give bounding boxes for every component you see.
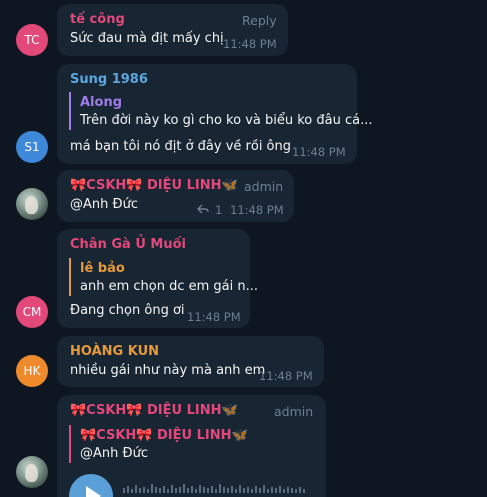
sender-name[interactable]: 🎀CSKH🎀 DIỆU LINH🦋 xyxy=(70,403,238,418)
sender-name[interactable]: tế công xyxy=(70,12,125,27)
sender-name[interactable]: Chân Gà Ủ Muối xyxy=(70,237,186,252)
voice-waveform[interactable] xyxy=(123,479,313,495)
avatar-photo[interactable] xyxy=(16,188,48,220)
message-bubble[interactable]: Sung 1986 Along Trên đời này ko gì cho k… xyxy=(57,64,373,164)
avatar-initials: TC xyxy=(24,33,40,47)
message-bubble[interactable]: tế công Reply Sức đau mà địt mấy chị 11:… xyxy=(57,4,288,56)
message-bubble[interactable]: HOÀNG KUN nhiều gái như này mà anh em 11… xyxy=(57,336,324,387)
message-text: Đang chọn ông ơi xyxy=(70,303,185,318)
message-time: 11:48 PM xyxy=(230,203,284,217)
avatar-s1[interactable]: S1 xyxy=(16,131,48,163)
avatar-tc[interactable]: TC xyxy=(16,24,48,56)
sender-name[interactable]: Sung 1986 xyxy=(70,72,148,87)
quote-sender: lê bảo xyxy=(80,261,125,276)
avatar-initials: S1 xyxy=(24,140,40,154)
reply-quote[interactable]: 🎀CSKH🎀 DIỆU LINH🦋 @Anh Đức xyxy=(69,425,269,463)
quote-text: Trên đời này ko gì cho ko và biểu ko đâu… xyxy=(80,113,373,128)
reply-quote[interactable]: Along Trên đời này ko gì cho ko và biểu … xyxy=(69,92,373,130)
quote-sender: Along xyxy=(80,95,123,110)
admin-badge: admin xyxy=(244,179,284,194)
avatar-initials: HK xyxy=(23,364,41,378)
message-bubble[interactable]: 🎀CSKH🎀 DIỆU LINH🦋 admin @Anh Đức 1 11:48… xyxy=(57,170,294,222)
message-time: 11:48 PM xyxy=(292,145,346,159)
voice-play-button[interactable] xyxy=(69,474,113,497)
message-text-clip: má bạn tôi nó địt ở đây về rồi ông a xyxy=(70,139,292,157)
message-bubble[interactable]: Chân Gà Ủ Muối lê bảo anh em chọn dc em … xyxy=(57,229,258,328)
message-text: nhiều gái như này mà anh em xyxy=(70,363,266,378)
reply-count[interactable]: 1 xyxy=(215,203,222,217)
message-bubble[interactable]: 🎀CSKH🎀 DIỆU LINH🦋 admin 🎀CSKH🎀 DIỆU LINH… xyxy=(57,395,326,497)
sender-name[interactable]: 🎀CSKH🎀 DIỆU LINH🦋 xyxy=(70,178,238,193)
admin-badge: admin xyxy=(274,404,314,419)
avatar-hk[interactable]: HK xyxy=(16,355,48,387)
quote-sender: 🎀CSKH🎀 DIỆU LINH🦋 xyxy=(80,428,248,443)
sender-name[interactable]: HOÀNG KUN xyxy=(70,344,159,359)
avatar-cm[interactable]: CM xyxy=(16,296,48,328)
reply-button[interactable]: Reply xyxy=(242,13,277,28)
message-text: má bạn tôi nó địt ở đây về rồi ông a xyxy=(70,139,292,154)
message-text: @Anh Đức xyxy=(70,197,138,212)
reply-count-icon[interactable] xyxy=(197,204,209,214)
quote-text: anh em chọn dc em gái n... xyxy=(80,279,259,294)
reply-quote[interactable]: lê bảo anh em chọn dc em gái n... xyxy=(69,258,258,296)
message-time: 11:48 PM xyxy=(223,37,277,51)
avatar-initials: CM xyxy=(22,305,42,319)
message-time: 11:48 PM xyxy=(187,310,241,324)
play-icon xyxy=(86,486,101,497)
avatar-photo[interactable] xyxy=(16,456,48,488)
message-time: 11:48 PM xyxy=(259,369,313,383)
message-text: Sức đau mà địt mấy chị xyxy=(70,31,224,46)
quote-text: @Anh Đức xyxy=(80,446,148,461)
